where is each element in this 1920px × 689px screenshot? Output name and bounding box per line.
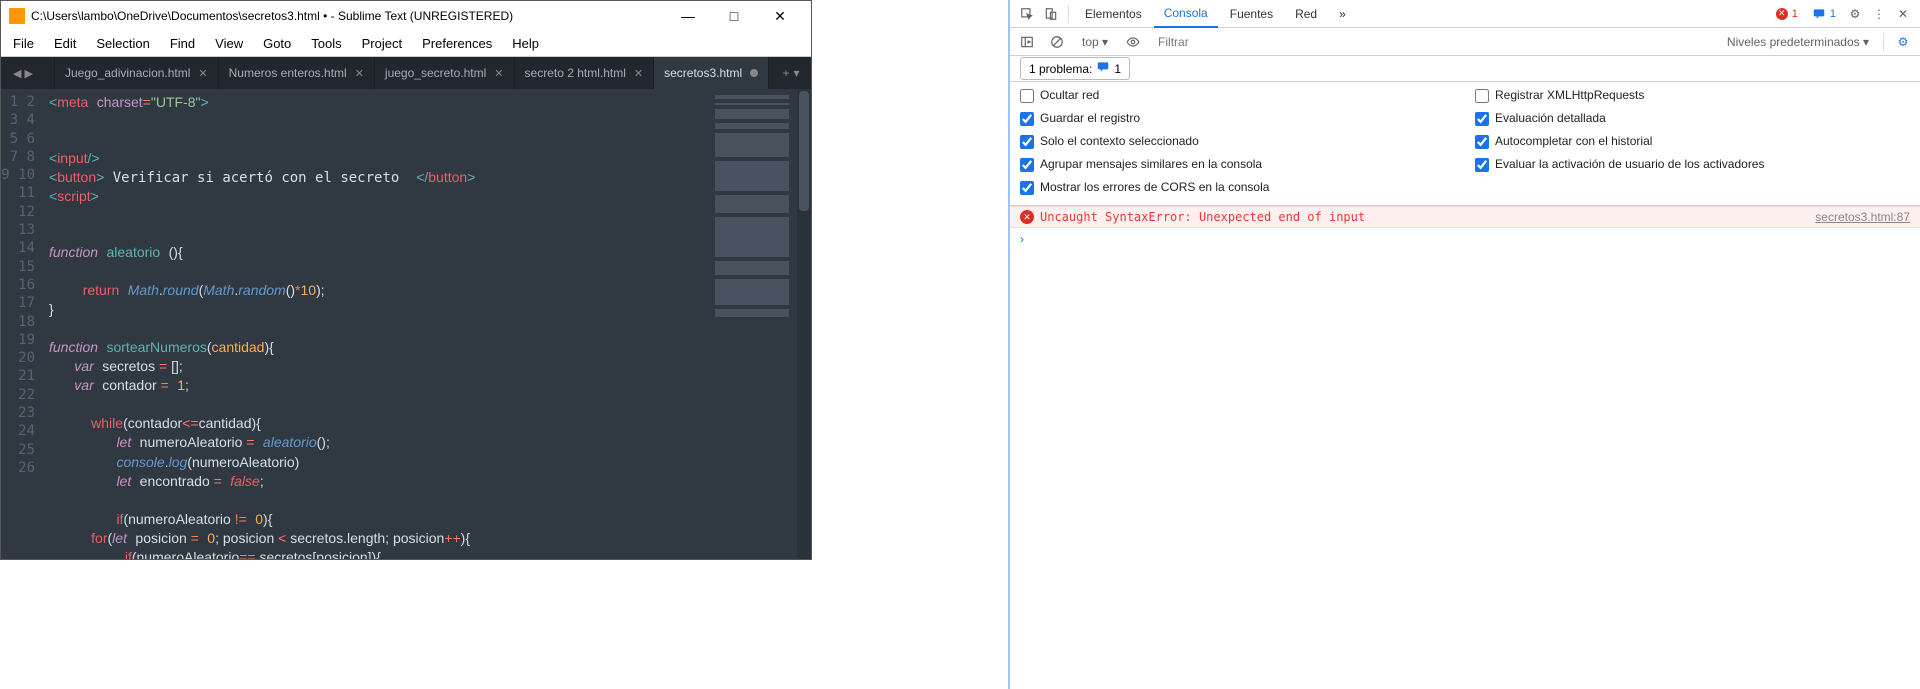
menu-bar: File Edit Selection Find View Goto Tools… xyxy=(1,31,811,57)
tab-label: juego_secreto.html xyxy=(385,66,486,80)
clear-console-icon[interactable] xyxy=(1046,35,1068,49)
menu-selection[interactable]: Selection xyxy=(88,34,157,53)
window-titlebar[interactable]: C:\Users\lambo\OneDrive\Documentos\secre… xyxy=(1,1,811,31)
filter-input[interactable] xyxy=(1152,32,1713,52)
line-number-gutter[interactable]: 1 2 3 4 5 6 7 8 9 10 11 12 13 14 15 16 1… xyxy=(1,89,43,559)
error-message: Uncaught SyntaxError: Unexpected end of … xyxy=(1040,210,1815,224)
tab-history-nav[interactable]: ◀ ▶ xyxy=(1,57,45,89)
error-source-link[interactable]: secretos3.html:87 xyxy=(1815,210,1910,224)
menu-find[interactable]: Find xyxy=(162,34,203,53)
error-icon: ✕ xyxy=(1020,210,1034,224)
checkbox-cors-errors[interactable]: Mostrar los errores de CORS en la consol… xyxy=(1020,180,1455,195)
window-title: C:\Users\lambo\OneDrive\Documentos\secre… xyxy=(31,9,665,23)
devtools-tab-bar: Elementos Consola Fuentes Red » ✕1 1 ⚙ ⋮… xyxy=(1010,0,1920,28)
kebab-menu-icon[interactable]: ⋮ xyxy=(1868,3,1890,25)
console-toolbar: top ▾ Niveles predeterminados ▾ ⚙ xyxy=(1010,28,1920,56)
console-prompt[interactable]: › xyxy=(1010,228,1920,250)
maximize-button[interactable]: □ xyxy=(711,1,757,31)
menu-preferences[interactable]: Preferences xyxy=(414,34,500,53)
modified-indicator-icon xyxy=(750,69,758,77)
issues-bar: 1 problema: 1 xyxy=(1010,56,1920,82)
gap-area xyxy=(812,0,1008,689)
error-badge[interactable]: ✕1 xyxy=(1770,6,1804,22)
checkbox-eager-eval[interactable]: Evaluación detallada xyxy=(1475,111,1910,126)
sidebar-toggle-icon[interactable] xyxy=(1016,35,1038,49)
tab-console[interactable]: Consola xyxy=(1154,0,1218,28)
minimize-button[interactable]: — xyxy=(665,1,711,31)
tab-bar: ◀ ▶ Juego_adivinacion.html✕Numeros enter… xyxy=(1,57,811,89)
checkbox-autocomplete[interactable]: Autocompletar con el historial xyxy=(1475,134,1910,149)
sublime-logo-icon xyxy=(9,8,25,24)
tab-label: Numeros enteros.html xyxy=(229,66,347,80)
file-tab[interactable]: Juego_adivinacion.html ✕ xyxy=(55,57,219,89)
tab-label: secreto 2 html.html xyxy=(525,66,626,80)
new-tab-button[interactable]: + xyxy=(782,66,789,80)
checkbox-user-activation[interactable]: Evaluar la activación de usuario de los … xyxy=(1475,157,1910,172)
menu-help[interactable]: Help xyxy=(504,34,547,53)
console-error-row[interactable]: ✕ Uncaught SyntaxError: Unexpected end o… xyxy=(1010,206,1920,228)
checkbox-preserve-log[interactable]: Guardar el registro xyxy=(1020,111,1455,126)
messages-badge[interactable]: 1 xyxy=(1806,5,1842,23)
console-settings-icon[interactable]: ⚙ xyxy=(1892,35,1914,49)
checkbox-selected-ctx[interactable]: Solo el contexto seleccionado xyxy=(1020,134,1455,149)
checkbox-log-xhr[interactable]: Registrar XMLHttpRequests xyxy=(1475,88,1910,103)
close-devtools-icon[interactable]: ✕ xyxy=(1892,3,1914,25)
file-tab[interactable]: secretos3.html xyxy=(654,57,769,89)
tab-elements[interactable]: Elementos xyxy=(1075,1,1152,27)
inspect-element-icon[interactable] xyxy=(1016,3,1038,25)
message-icon xyxy=(1096,60,1110,77)
menu-view[interactable]: View xyxy=(207,34,251,53)
live-expression-icon[interactable] xyxy=(1122,35,1144,49)
close-tab-icon[interactable]: ✕ xyxy=(198,67,207,80)
sublime-window: C:\Users\lambo\OneDrive\Documentos\secre… xyxy=(0,0,812,560)
tab-label: secretos3.html xyxy=(664,66,742,80)
issues-button[interactable]: 1 problema: 1 xyxy=(1020,57,1130,80)
settings-icon[interactable]: ⚙ xyxy=(1844,3,1866,25)
code-editor[interactable]: <meta charset="UTF-8"> <input/> <button>… xyxy=(43,89,707,559)
log-levels-selector[interactable]: Niveles predeterminados ▾ xyxy=(1721,33,1875,51)
console-output: ✕ Uncaught SyntaxError: Unexpected end o… xyxy=(1010,206,1920,689)
file-tab[interactable]: juego_secreto.html ✕ xyxy=(375,57,515,89)
tab-dropdown-button[interactable]: ▾ xyxy=(793,66,799,80)
checkbox-hide-network[interactable]: Ocultar red xyxy=(1020,88,1455,103)
tab-sources[interactable]: Fuentes xyxy=(1220,1,1283,27)
file-tab[interactable]: Numeros enteros.html ✕ xyxy=(219,57,375,89)
menu-file[interactable]: File xyxy=(5,34,42,53)
console-settings-panel: Ocultar red Registrar XMLHttpRequests Gu… xyxy=(1010,82,1920,206)
devtools-panel: Elementos Consola Fuentes Red » ✕1 1 ⚙ ⋮… xyxy=(1008,0,1920,689)
menu-goto[interactable]: Goto xyxy=(255,34,299,53)
device-toolbar-icon[interactable] xyxy=(1040,3,1062,25)
checkbox-group-similar[interactable]: Agrupar mensajes similares en la consola xyxy=(1020,157,1455,172)
file-tab[interactable]: secreto 2 html.html ✕ xyxy=(515,57,655,89)
close-tab-icon[interactable]: ✕ xyxy=(494,67,503,80)
context-selector[interactable]: top ▾ xyxy=(1076,33,1114,51)
menu-project[interactable]: Project xyxy=(354,34,410,53)
close-tab-icon[interactable]: ✕ xyxy=(355,67,364,80)
tab-network[interactable]: Red xyxy=(1285,1,1327,27)
tab-label: Juego_adivinacion.html xyxy=(65,66,190,80)
menu-tools[interactable]: Tools xyxy=(303,34,349,53)
close-tab-icon[interactable]: ✕ xyxy=(634,67,643,80)
vertical-scrollbar[interactable] xyxy=(797,89,811,559)
minimap[interactable] xyxy=(707,89,797,559)
tab-more[interactable]: » xyxy=(1329,1,1356,27)
close-button[interactable]: ✕ xyxy=(757,1,803,31)
menu-edit[interactable]: Edit xyxy=(46,34,84,53)
